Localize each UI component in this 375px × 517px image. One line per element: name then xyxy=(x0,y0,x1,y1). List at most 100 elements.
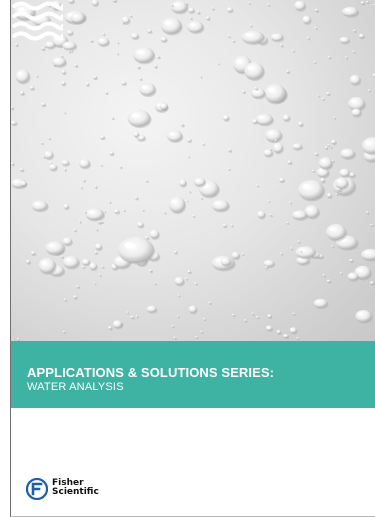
droplet-highlight xyxy=(187,270,190,272)
droplet-highlight xyxy=(203,318,205,320)
droplet-shadow xyxy=(178,295,181,298)
droplet-highlight xyxy=(88,210,95,214)
banner-title: APPLICATIONS & SOLUTIONS SERIES: xyxy=(27,365,275,380)
droplet-highlight xyxy=(252,119,255,121)
droplet-highlight xyxy=(135,196,137,198)
water-droplet xyxy=(307,36,310,39)
water-droplet xyxy=(366,211,369,214)
droplet-highlight xyxy=(296,2,300,5)
droplet-highlight xyxy=(95,228,97,230)
water-droplet xyxy=(168,196,186,213)
droplet-highlight xyxy=(359,34,362,36)
water-droplet xyxy=(326,224,346,240)
water-droplet xyxy=(29,85,35,90)
droplet-highlight xyxy=(280,44,282,46)
droplets-layer xyxy=(11,0,375,341)
water-droplet xyxy=(205,16,210,20)
droplet-highlight xyxy=(211,7,213,9)
droplet-highlight xyxy=(40,141,42,143)
water-droplet xyxy=(242,90,245,93)
water-droplet xyxy=(138,77,142,80)
droplet-highlight xyxy=(76,285,78,287)
water-droplet xyxy=(360,1,365,4)
droplet-highlight xyxy=(208,301,210,303)
droplet-highlight xyxy=(312,169,314,171)
droplet-highlight xyxy=(169,132,175,136)
droplet-shadow xyxy=(293,314,296,316)
droplet-shadow xyxy=(328,145,331,148)
water-droplet xyxy=(291,210,308,220)
water-droplet xyxy=(264,266,268,268)
droplet-highlight xyxy=(268,87,275,93)
water-droplet xyxy=(286,70,290,73)
droplet-highlight xyxy=(227,167,230,169)
droplet-highlight xyxy=(154,64,156,66)
water-droplet xyxy=(255,113,273,125)
droplet-highlight xyxy=(173,3,179,7)
water-droplet xyxy=(19,90,24,95)
droplet-highlight xyxy=(98,273,101,275)
droplet-highlight xyxy=(64,43,69,46)
droplet-highlight xyxy=(61,81,64,83)
droplet-highlight xyxy=(258,116,264,119)
droplet-highlight xyxy=(199,75,201,77)
water-droplet xyxy=(73,228,77,231)
droplet-highlight xyxy=(138,108,140,110)
water-droplet xyxy=(211,7,215,10)
water-droplet xyxy=(349,74,361,85)
water-droplet xyxy=(265,128,282,142)
droplet-highlight xyxy=(94,251,96,253)
droplet-highlight xyxy=(265,150,268,153)
droplet-highlight xyxy=(313,61,315,63)
droplet-highlight xyxy=(217,62,219,64)
droplet-highlight xyxy=(171,3,173,5)
droplet-shadow xyxy=(189,191,192,194)
droplet-highlight xyxy=(112,264,115,267)
droplet-highlight xyxy=(289,201,291,203)
droplet-highlight xyxy=(327,144,329,146)
droplet-shadow xyxy=(64,112,67,115)
droplet-highlight xyxy=(341,170,345,173)
water-droplet xyxy=(270,33,284,41)
water-droplet xyxy=(145,236,149,239)
droplet-highlight xyxy=(314,26,317,28)
droplet-highlight xyxy=(93,76,95,78)
water-droplet xyxy=(66,29,73,35)
droplet-highlight xyxy=(116,41,118,43)
water-droplet xyxy=(314,8,319,12)
droplet-shadow xyxy=(332,246,335,249)
droplet-highlight xyxy=(82,179,85,181)
droplet-shadow xyxy=(314,62,317,65)
water-droplet xyxy=(361,137,375,155)
droplet-highlight xyxy=(26,260,28,262)
droplet-highlight xyxy=(258,212,261,214)
water-droplet xyxy=(121,16,130,24)
water-droplet xyxy=(208,301,211,304)
droplet-highlight xyxy=(142,208,144,210)
droplet-highlight xyxy=(34,202,40,206)
water-droplet xyxy=(160,17,182,35)
droplet-highlight xyxy=(351,99,357,103)
droplet-highlight xyxy=(145,236,147,238)
water-droplet xyxy=(136,221,144,228)
water-droplet xyxy=(269,213,272,216)
droplet-highlight xyxy=(286,221,288,223)
water-droplet xyxy=(328,56,331,59)
water-droplet xyxy=(74,64,78,67)
droplet-highlight xyxy=(251,312,253,314)
droplet-highlight xyxy=(268,131,274,135)
droplet-highlight xyxy=(223,224,225,226)
droplet-highlight xyxy=(78,220,81,222)
water-droplet xyxy=(326,279,331,283)
droplet-highlight xyxy=(121,81,124,83)
droplet-highlight xyxy=(245,33,253,37)
droplet-highlight xyxy=(307,207,312,211)
droplet-highlight xyxy=(80,160,85,163)
water-droplet xyxy=(188,7,195,13)
droplet-shadow xyxy=(200,76,204,79)
droplet-highlight xyxy=(62,330,65,332)
droplet-shadow xyxy=(201,198,204,201)
logo-line-2: Scientific xyxy=(52,487,99,497)
water-droplet xyxy=(139,83,156,96)
droplet-highlight xyxy=(293,144,297,146)
